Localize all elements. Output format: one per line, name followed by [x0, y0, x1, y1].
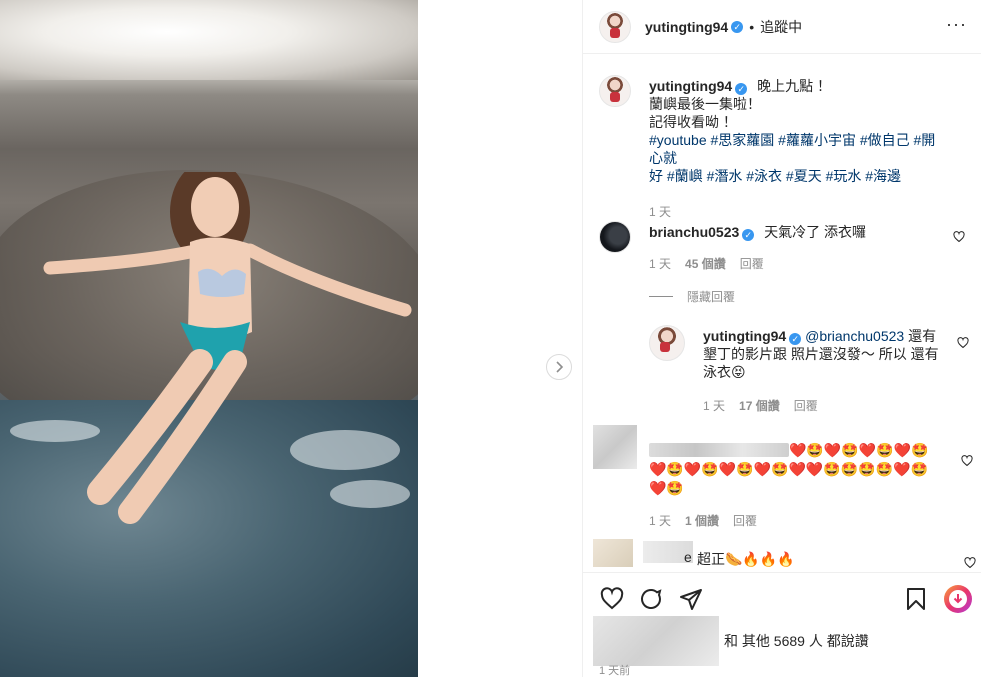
comment-author-suffix: e — [684, 549, 692, 565]
likes-summary[interactable]: 和 其他 5689 人 都說讚 — [724, 631, 869, 651]
download-button[interactable] — [944, 585, 972, 613]
comment-meta: 1 天 1 個讚 回覆 — [649, 512, 959, 531]
divider — [649, 296, 673, 297]
comment-emojis: ❤️🤩❤️🤩❤️🤩❤️🤩❤️❤️🤩🤩🤩🤩❤️🤩 — [649, 461, 928, 477]
blurred-username — [649, 443, 789, 457]
comment-like-heart-icon[interactable] — [953, 231, 965, 243]
carousel-next-button[interactable] — [546, 354, 572, 380]
reply-avatar[interactable] — [649, 325, 685, 361]
author-username[interactable]: yutingting94 — [645, 19, 728, 35]
caption-line: 記得收看呦 ！ — [649, 114, 737, 130]
reply-time: 1 天 — [703, 399, 726, 413]
caption-avatar[interactable] — [599, 75, 631, 107]
comments-list[interactable]: yutingting94 ✓ 晚上九點 ！ 蘭嶼最後一集啦！ 記得收看呦 ！ #y… — [583, 55, 981, 572]
comment-emojis: ❤️🤩❤️🤩❤️🤩❤️🤩 — [789, 442, 929, 458]
photo-person — [43, 172, 412, 524]
caption: yutingting94 ✓ 晚上九點 ！ 蘭嶼最後一集啦！ 記得收看呦 ！ #y… — [599, 75, 969, 225]
post-time: 1 天前 — [599, 665, 631, 677]
comment-text: 超正🌭🔥🔥🔥 — [697, 551, 795, 567]
hide-replies-label: 隱藏回覆 — [687, 290, 736, 304]
caption-hashtags[interactable]: 好 #蘭嶼 #潛水 #泳衣 #夏天 #玩水 #海邊 — [649, 168, 901, 184]
blurred-likers — [593, 616, 719, 666]
reply-meta: 1 天 17 個讚 回覆 — [703, 397, 943, 415]
comment-item: brianchu0523 ✓ 天氣冷了 添衣囉 1 天 45 個讚 回覆 — [599, 221, 969, 281]
post-detail-panel: yutingting94 ✓ • 追蹤中 ··· yutingting94 ✓ 晚… — [582, 0, 981, 677]
comment-body: ❤️🤩❤️🤩❤️🤩❤️🤩 ❤️🤩❤️🤩❤️🤩❤️🤩❤️❤️🤩🤩🤩🤩❤️🤩 ❤️🤩… — [649, 441, 959, 531]
blurred-avatar — [593, 425, 637, 469]
verified-badge-icon: ✓ — [789, 333, 802, 345]
reply-button[interactable]: 回覆 — [740, 255, 764, 273]
reply-text: 泳衣😝 — [703, 364, 746, 380]
verified-badge-icon: ✓ — [735, 83, 748, 95]
share-icon[interactable] — [679, 587, 703, 611]
author-avatar[interactable] — [599, 10, 631, 43]
caption-line: 蘭嶼最後一集啦！ — [649, 96, 761, 112]
more-options-icon[interactable]: ··· — [946, 14, 967, 35]
comment-icon[interactable] — [639, 587, 663, 611]
caption-body: yutingting94 ✓ 晚上九點 ！ 蘭嶼最後一集啦！ 記得收看呦 ！ #y… — [649, 77, 949, 221]
comment-likes[interactable]: 45 個讚 — [685, 255, 726, 273]
comment-author[interactable]: brianchu0523 — [649, 224, 739, 240]
chevron-right-icon — [556, 361, 564, 373]
commenter-avatar[interactable] — [599, 221, 631, 253]
post-photo[interactable] — [0, 0, 418, 677]
blurred-avatar — [593, 539, 633, 567]
comment-likes[interactable]: 1 個讚 — [685, 512, 719, 531]
comment-like-heart-icon[interactable] — [961, 455, 973, 467]
reply-text: 還有 — [904, 328, 937, 344]
caption-author[interactable]: yutingting94 — [649, 78, 732, 94]
caption-time: 1 天 — [649, 205, 672, 219]
comment-item: e 超正🌭🔥🔥🔥 — [593, 539, 981, 572]
bookmark-icon[interactable] — [905, 587, 927, 611]
caption-hashtags[interactable]: #youtube #思家蘿園 #蘿蘿小宇宙 #做自己 #開心就 — [649, 132, 935, 166]
hide-replies-toggle[interactable]: 隱藏回覆 — [649, 288, 735, 305]
verified-badge-icon: ✓ — [742, 229, 755, 241]
reply-button[interactable]: 回覆 — [794, 397, 818, 415]
reply-body: yutingting94 ✓ @brianchu0523 還有 墾丁的影片跟 照片… — [703, 327, 943, 415]
reply-text: 墾丁的影片跟 照片還沒發～ 所以 還有 — [703, 346, 939, 362]
comment-emojis: ❤️🤩 — [649, 480, 684, 496]
reply-button[interactable]: 回覆 — [733, 512, 757, 531]
comment-meta: 1 天 45 個讚 回覆 — [649, 255, 949, 273]
comment-text: 天氣冷了 添衣囉 — [764, 224, 867, 240]
comment-time: 1 天 — [649, 514, 672, 528]
download-icon — [949, 590, 967, 608]
reply-mention[interactable]: @brianchu0523 — [805, 328, 904, 344]
follow-status-button[interactable]: 追蹤中 — [760, 17, 802, 37]
reply-author[interactable]: yutingting94 — [703, 328, 786, 344]
heart-icon[interactable] — [599, 587, 625, 611]
photo-sky — [0, 0, 418, 80]
comment-body: brianchu0523 ✓ 天氣冷了 添衣囉 1 天 45 個讚 回覆 — [649, 223, 949, 273]
separator-dot: • — [749, 18, 755, 35]
caption-line: 晚上九點 ！ — [757, 78, 832, 94]
comment-like-heart-icon[interactable] — [964, 557, 976, 569]
reply-like-heart-icon[interactable] — [957, 337, 969, 349]
comment-time: 1 天 — [649, 257, 672, 271]
comment-item: ❤️🤩❤️🤩❤️🤩❤️🤩 ❤️🤩❤️🤩❤️🤩❤️🤩❤️❤️🤩🤩🤩🤩❤️🤩 ❤️🤩… — [583, 421, 981, 531]
reply-item: yutingting94 ✓ @brianchu0523 還有 墾丁的影片跟 照片… — [649, 325, 969, 415]
caption-meta: 1 天 — [649, 203, 949, 221]
post-header: yutingting94 ✓ • 追蹤中 ··· — [583, 0, 981, 54]
reply-likes[interactable]: 17 個讚 — [739, 397, 780, 415]
verified-badge-icon: ✓ — [731, 20, 744, 33]
